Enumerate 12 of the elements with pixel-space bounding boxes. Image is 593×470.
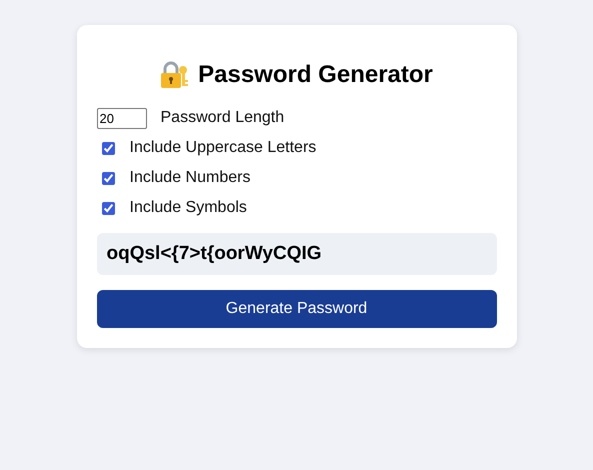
app-title: Password Generator	[198, 61, 433, 89]
length-field[interactable]: 20	[96, 108, 146, 128]
option-checkbox[interactable]	[102, 202, 114, 214]
password-output: oqQsl<{7>t{oorWyCQIG	[96, 233, 496, 275]
option-checkbox[interactable]	[102, 142, 114, 154]
option-label: Include Numbers	[130, 169, 250, 187]
lock-key-icon	[160, 61, 190, 89]
option-label: Include Uppercase Letters	[130, 139, 316, 157]
length-label: Password Length	[160, 109, 284, 127]
option-checkbox[interactable]	[102, 172, 114, 184]
option-label: Include Symbols	[130, 199, 247, 217]
generate-button[interactable]: Generate Password	[96, 290, 496, 328]
